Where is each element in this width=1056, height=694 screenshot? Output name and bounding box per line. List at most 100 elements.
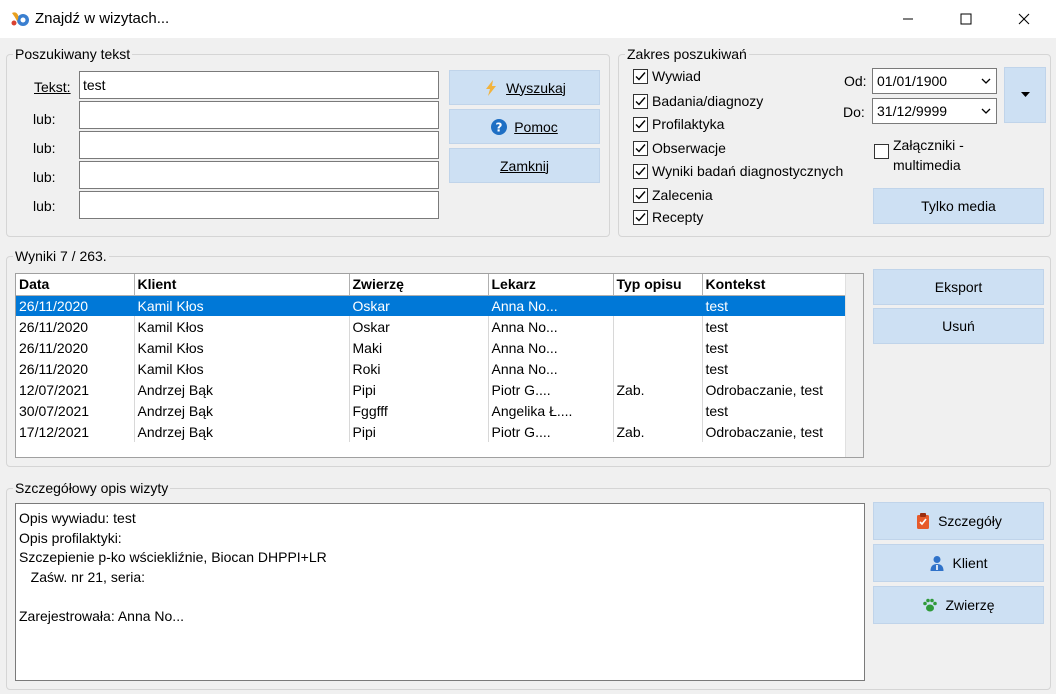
paw-icon	[922, 597, 938, 613]
cell-client: Andrzej Bąk	[134, 379, 350, 400]
table-row[interactable]: 26/11/2020 Kamil Kłos Oskar Anna No... t…	[16, 295, 846, 316]
checkmark-icon	[635, 96, 646, 106]
cell-date: 26/11/2020	[16, 316, 135, 337]
cell-date: 17/12/2021	[16, 421, 135, 442]
close-button[interactable]: Zamknij	[449, 148, 600, 183]
or-text-input-1[interactable]	[79, 101, 439, 129]
title-bar[interactable]: Znajdź w wizytach...	[0, 0, 1056, 38]
column-header-context[interactable]: Kontekst	[702, 274, 846, 296]
checkbox-box[interactable]	[633, 209, 648, 225]
checkbox-recommendations[interactable]: Zalecenia	[633, 187, 713, 203]
table-row[interactable]: 30/07/2021 Andrzej Bąk Fggfff Angelika Ł…	[16, 400, 846, 421]
date-range-dropdown-button[interactable]	[1004, 67, 1046, 123]
caret-down-icon	[1020, 92, 1030, 97]
help-button[interactable]: ? Pomoc	[449, 109, 600, 144]
table-row[interactable]: 26/11/2020 Kamil Kłos Maki Anna No... te…	[16, 337, 846, 358]
animal-button-label: Zwierzę	[945, 597, 995, 613]
checkbox-observations[interactable]: Obserwacje	[633, 140, 726, 156]
cell-date: 12/07/2021	[16, 379, 135, 400]
column-header-description-type[interactable]: Typ opisu	[613, 274, 703, 296]
table-row[interactable]: 12/07/2021 Andrzej Bąk Pipi Piotr G.... …	[16, 379, 846, 400]
checkbox-box[interactable]	[633, 163, 648, 179]
results-table: Data Klient Zwierzę Lekarz Typ opisu Kon…	[16, 274, 846, 442]
checkbox-prescriptions[interactable]: Recepty	[633, 209, 703, 225]
column-header-animal[interactable]: Zwierzę	[349, 274, 489, 296]
checkbox-label: Obserwacje	[652, 140, 726, 156]
checkbox-label: Wyniki badań diagnostycznych	[652, 163, 844, 179]
clipboard-icon	[915, 513, 931, 529]
results-header-row: Data Klient Zwierzę Lekarz Typ opisu Kon…	[16, 274, 846, 296]
checkbox-prophylaxis[interactable]: Profilaktyka	[633, 116, 724, 132]
cell-animal: Oskar	[349, 316, 489, 337]
checkbox-box[interactable]	[633, 68, 648, 84]
description-line: Opis profilaktyki:	[19, 529, 122, 546]
column-header-date[interactable]: Data	[16, 274, 135, 296]
close-icon	[1018, 13, 1030, 25]
cell-date: 30/07/2021	[16, 400, 135, 421]
cell-description-type: Zab.	[613, 421, 703, 442]
checkmark-icon	[635, 212, 646, 222]
details-button[interactable]: Szczegóły	[873, 502, 1044, 540]
cell-context: test	[702, 295, 846, 316]
media-only-button[interactable]: Tylko media	[873, 188, 1044, 224]
chevron-down-icon	[981, 108, 991, 114]
cell-doctor: Anna No...	[488, 337, 614, 358]
results-scrollbar[interactable]	[845, 274, 863, 457]
cell-context: test	[702, 316, 846, 337]
search-scope-legend: Zakres poszukiwań	[625, 45, 749, 63]
search-button[interactable]: Wyszukaj	[449, 70, 600, 105]
cell-animal: Fggfff	[349, 400, 489, 421]
close-window-button[interactable]	[1001, 0, 1047, 38]
checkmark-icon	[635, 119, 646, 129]
cell-doctor: Anna No...	[488, 358, 614, 379]
date-to-picker[interactable]: 31/12/9999	[872, 98, 997, 124]
or-text-input-4[interactable]	[79, 191, 439, 219]
export-button[interactable]: Eksport	[873, 269, 1044, 305]
svg-text:?: ?	[496, 120, 503, 134]
date-to-value: 31/12/9999	[877, 103, 948, 119]
date-from-picker[interactable]: 01/01/1900	[872, 68, 997, 94]
checkbox-examinations[interactable]: Badania/diagnozy	[633, 93, 763, 109]
cell-date: 26/11/2020	[16, 295, 135, 316]
cell-animal: Oskar	[349, 295, 489, 316]
results-grid[interactable]: Data Klient Zwierzę Lekarz Typ opisu Kon…	[15, 273, 864, 458]
checkbox-box[interactable]	[633, 187, 648, 203]
cell-description-type	[613, 358, 703, 379]
column-header-client[interactable]: Klient	[134, 274, 350, 296]
checkbox-diagnostic-results[interactable]: Wyniki badań diagnostycznych	[633, 163, 843, 179]
checkbox-attachments-multimedia[interactable]: Załączniki - multimedia	[874, 135, 964, 175]
cell-description-type	[613, 337, 703, 358]
cell-client: Kamil Kłos	[134, 337, 350, 358]
or-text-input-3[interactable]	[79, 161, 439, 189]
checkbox-box[interactable]	[633, 140, 648, 156]
lightning-icon	[483, 79, 499, 96]
cell-context: Odrobaczanie, test	[702, 379, 846, 400]
minimize-button[interactable]	[885, 0, 931, 38]
delete-button[interactable]: Usuń	[873, 308, 1044, 344]
cell-doctor: Anna No...	[488, 295, 614, 316]
checkbox-box[interactable]	[633, 93, 648, 109]
close-button-label: Zamknij	[499, 157, 549, 174]
checkbox-box[interactable]	[633, 116, 648, 132]
checkbox-box[interactable]	[874, 144, 889, 159]
search-text-input[interactable]: test	[79, 71, 439, 99]
client-button[interactable]: Klient	[873, 544, 1044, 582]
table-row[interactable]: 17/12/2021 Andrzej Bąk Pipi Piotr G.... …	[16, 421, 846, 442]
maximize-button[interactable]	[943, 0, 989, 38]
checkbox-interview[interactable]: Wywiad	[633, 68, 701, 84]
table-row[interactable]: 26/11/2020 Kamil Kłos Oskar Anna No... t…	[16, 316, 846, 337]
or-text-input-2[interactable]	[79, 131, 439, 159]
cell-doctor: Anna No...	[488, 316, 614, 337]
cell-animal: Pipi	[349, 379, 489, 400]
animal-button[interactable]: Zwierzę	[873, 586, 1044, 624]
column-header-doctor[interactable]: Lekarz	[488, 274, 614, 296]
cell-animal: Maki	[349, 337, 489, 358]
cell-date: 26/11/2020	[16, 337, 135, 358]
visit-description-text[interactable]: Opis wywiadu: test Opis profilaktyki: Szcz…	[15, 503, 865, 681]
table-row[interactable]: 26/11/2020 Kamil Kłos Roki Anna No... te…	[16, 358, 846, 379]
or-field-4-label: lub:	[33, 198, 56, 214]
description-line: Zarejestrowała: Anna No...	[19, 607, 184, 624]
client-button-label: Klient	[952, 555, 988, 571]
results-legend: Wyniki 7 / 263.	[13, 247, 109, 265]
help-button-label: Pomoc	[514, 118, 558, 135]
